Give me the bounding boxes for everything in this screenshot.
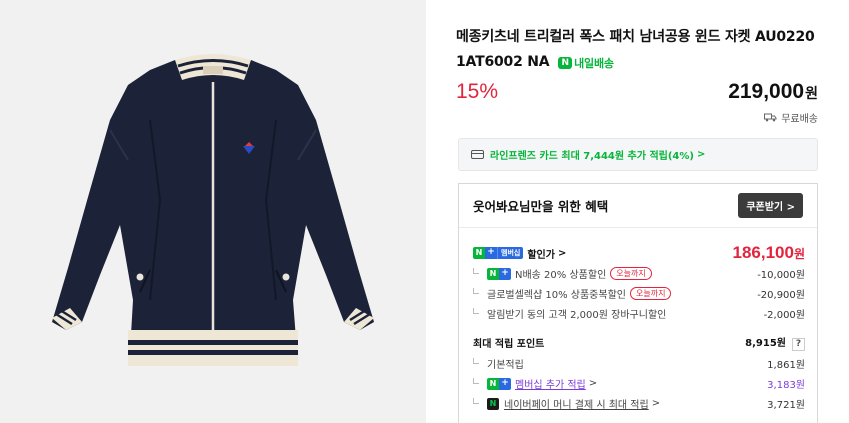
naverpay-points-link[interactable]: 네이버페이 머니 결제 시 최대 적립 (504, 396, 649, 411)
discount-price: 186,100원 (733, 243, 806, 263)
tree-branch-icon (473, 268, 479, 274)
naver-plus-icon: N + (487, 267, 511, 280)
n-icon: N (473, 247, 485, 259)
benefit-panel: 웃어봐요님만을 위한 혜택 쿠폰받기 > N + 멤버십 할인가 > 186,100… (458, 183, 818, 423)
points-item-value: 1,861원 (767, 360, 805, 371)
points-item-label: 기본적립 (487, 360, 524, 371)
discount-item: N + N배송 20% 상품할인 오늘까지 -10,000원 (473, 266, 805, 281)
discount-item-value: -20,900원 (757, 290, 805, 301)
delivery-badge-label: 내일배송 (574, 56, 614, 70)
discount-price-row[interactable]: N + 멤버십 할인가 > 186,100원 (473, 243, 805, 263)
today-only-tag: 오늘까지 (610, 267, 652, 280)
points-item[interactable]: N + 멤버십 추가 적립 > 3,183원 (473, 376, 805, 391)
discount-price-unit: 원 (793, 247, 805, 261)
price-value: 219,000 (728, 80, 805, 103)
product-title-text: 메종키츠네 트리컬러 폭스 패치 남녀공용 윈드 자켓 AU0220 1AT60… (456, 29, 815, 70)
naver-plus-membership-badge: N + 멤버십 (473, 247, 524, 259)
discount-price-value: 186,100 (732, 243, 794, 262)
product-price: 219,000원 (728, 80, 818, 104)
chevron-right-icon: > (651, 398, 661, 409)
membership-points-link[interactable]: 멤버십 추가 적립 (515, 376, 586, 391)
tree-branch-icon (473, 398, 479, 404)
naver-pay-icon: N (487, 397, 499, 410)
help-icon[interactable]: ? (792, 338, 805, 351)
points-item[interactable]: N 네이버페이 머니 결제 시 최대 적립 > 3,721원 (473, 396, 805, 411)
membership-badge-label: 멤버십 (497, 247, 524, 259)
shipping-info: 무료배송 (764, 110, 818, 125)
chevron-right-icon: > (786, 202, 795, 213)
chevron-right-icon: > (557, 247, 567, 259)
tree-branch-icon (473, 378, 479, 384)
today-only-tag: 오늘까지 (629, 287, 672, 300)
truck-icon (764, 113, 777, 122)
card-benefit-banner[interactable]: 라인프렌즈 카드 최대 7,444원 추가 적립(4%) > (458, 138, 818, 171)
n-icon: N (487, 377, 499, 390)
chevron-right-icon: > (696, 149, 706, 160)
benefit-title: 웃어봐요님만을 위한 혜택 (473, 199, 609, 214)
points-label: 최대 적립 포인트 (473, 339, 545, 350)
discount-rate: 15% (456, 80, 499, 103)
discount-item: 알림받기 동의 고객 2,000원 장바구니할인 -2,000원 (473, 306, 805, 321)
discount-item-label: 글로벌셀렉샵 10% 상품중복할인 (487, 290, 626, 301)
product-image[interactable] (0, 0, 426, 423)
points-row: 최대 적립 포인트 8,915원? (473, 334, 805, 351)
discount-price-label: 할인가 (527, 249, 555, 261)
n-icon: N (487, 267, 499, 280)
tree-branch-icon (473, 288, 479, 294)
chevron-right-icon: > (588, 378, 598, 389)
price-unit: 원 (805, 85, 818, 101)
points-value: 8,915원 (745, 338, 786, 349)
coupon-button[interactable]: 쿠폰받기 > (738, 193, 803, 218)
discount-item-value: -2,000원 (763, 310, 805, 321)
plus-icon: + (499, 377, 511, 390)
points-item-value: 3,721원 (767, 400, 805, 411)
product-title: 메종키츠네 트리컬러 폭스 패치 남녀공용 윈드 자켓 AU0220 1AT60… (456, 25, 818, 76)
coupon-button-label: 쿠폰받기 (746, 202, 784, 213)
points-item: 기본적립 1,861원 (473, 356, 805, 371)
card-benefit-text: 라인프렌즈 카드 최대 7,444원 추가 적립(4%) (490, 151, 694, 162)
n-delivery-icon: N (558, 57, 573, 69)
delivery-badge: N 내일배송 (558, 51, 614, 76)
tree-branch-icon (473, 358, 479, 364)
jacket-illustration (52, 54, 374, 366)
discount-item: 글로벌셀렉샵 10% 상품중복할인 오늘까지 -20,900원 (473, 286, 805, 301)
points-total: 8,915원? (745, 334, 805, 351)
naver-plus-icon: N + (487, 377, 511, 390)
discount-item-value: -10,000원 (757, 270, 805, 281)
plus-icon: + (499, 267, 511, 280)
shipping-label: 무료배송 (781, 114, 818, 125)
discount-item-label: N배송 20% 상품할인 (515, 270, 607, 281)
credit-card-icon (471, 150, 484, 159)
tree-branch-icon (473, 308, 479, 314)
benefit-header: 웃어봐요님만을 위한 혜택 쿠폰받기 > (459, 184, 817, 228)
plus-icon: + (485, 247, 497, 259)
discount-item-label: 알림받기 동의 고객 2,000원 장바구니할인 (487, 310, 667, 321)
points-item-value: 3,183원 (767, 380, 805, 391)
